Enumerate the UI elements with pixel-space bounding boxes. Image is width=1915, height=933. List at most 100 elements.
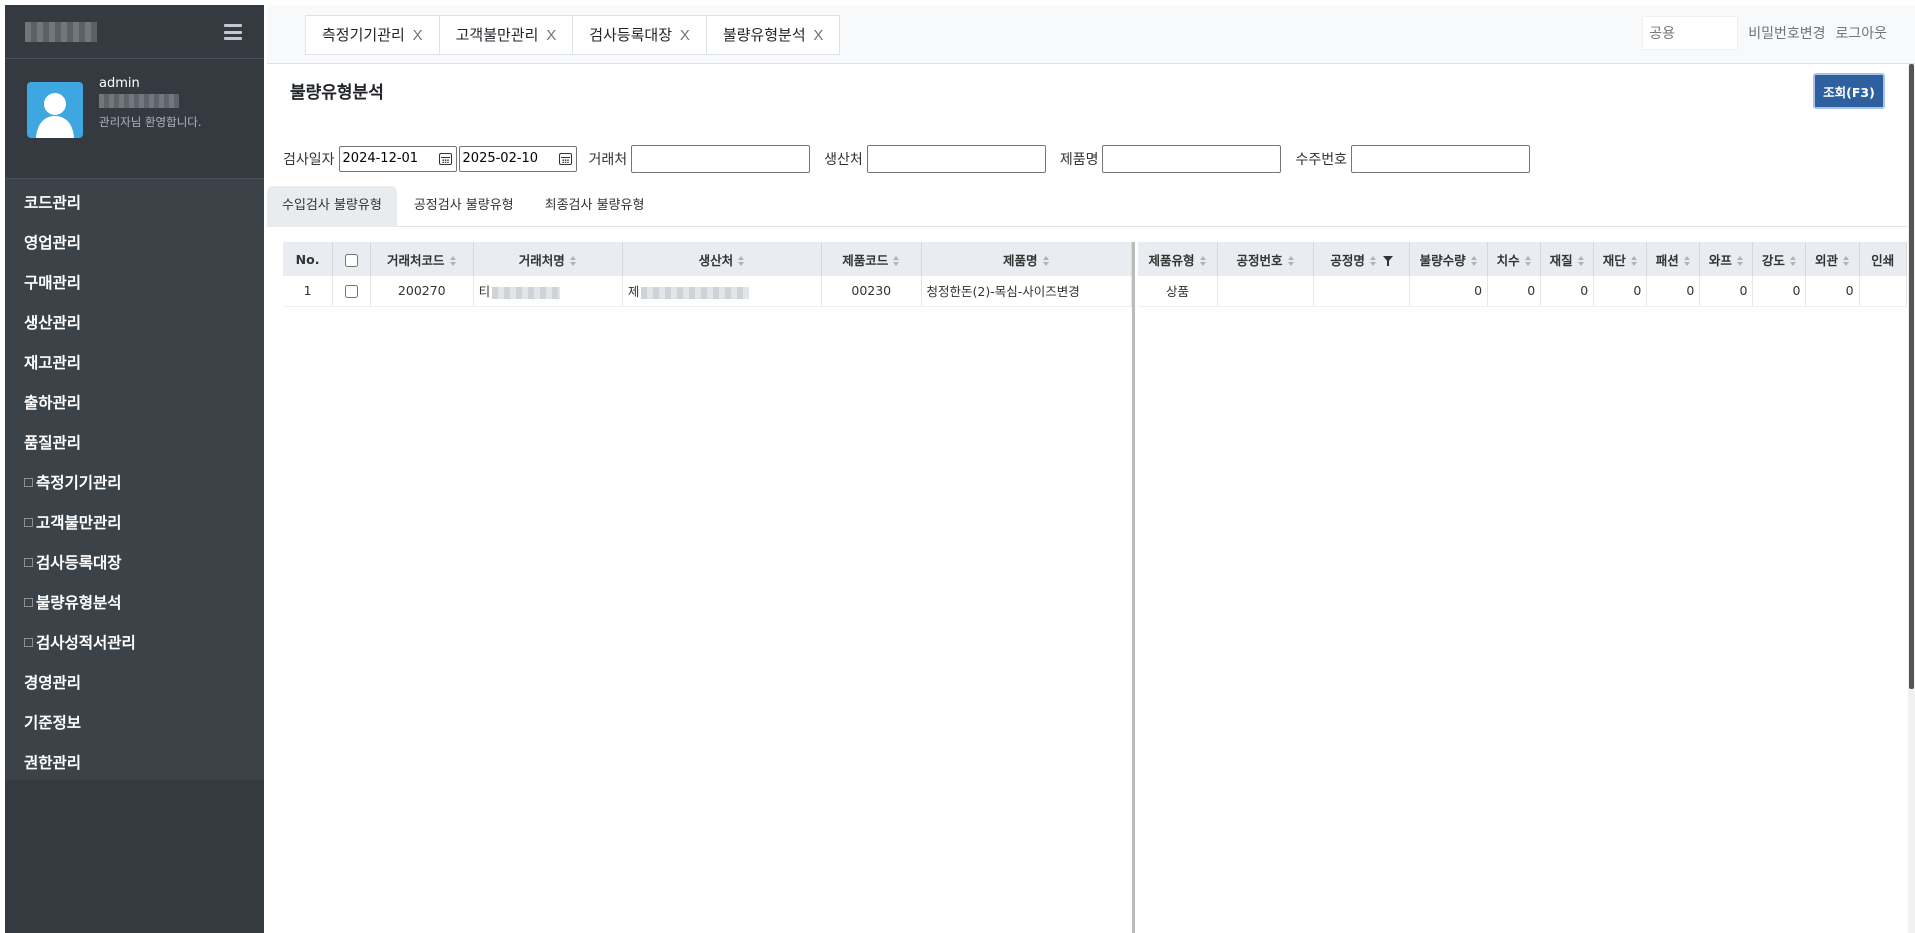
search-button[interactable]: 조회(F3): [1813, 73, 1885, 109]
col-warp[interactable]: 와프: [1699, 242, 1754, 276]
tab-close-icon[interactable]: X: [680, 27, 690, 44]
sort-icon[interactable]: [449, 256, 457, 266]
row-checkbox[interactable]: [345, 285, 359, 299]
user-panel: admin 관리자님 환영합니다.: [5, 59, 264, 179]
cell-product-name: 청정한돈(2)-목심-사이즈변경: [921, 276, 1132, 307]
sidebar-item-shipping[interactable]: 출하관리: [5, 383, 264, 423]
col-cutting[interactable]: 재단: [1593, 242, 1648, 276]
table-row[interactable]: 상품 0 0 0 0 0 0 0 0: [1138, 276, 1907, 307]
sidebar-item-defect-analysis[interactable]: 불량유형분석: [5, 583, 264, 623]
sort-icon[interactable]: [738, 256, 745, 266]
tab-incoming-inspection[interactable]: 수입검사 불량유형: [267, 186, 397, 227]
sidebar-item-sales[interactable]: 영업관리: [5, 223, 264, 263]
sidebar-item-complaints[interactable]: 고객불만관리: [5, 503, 264, 543]
tab-inspection-ledger[interactable]: 검사등록대장 X: [572, 15, 707, 55]
sidebar-item-inspection-report[interactable]: 검사성적서관리: [5, 623, 264, 663]
tab-measuring[interactable]: 측정기기관리 X: [305, 15, 440, 55]
cell-strength: 0: [1752, 276, 1807, 307]
sidebar-item-inventory[interactable]: 재고관리: [5, 343, 264, 383]
date-from-input[interactable]: 2024-12-01: [338, 146, 457, 172]
submenu-icon: [24, 598, 33, 607]
filter-icon[interactable]: [1382, 256, 1393, 266]
col-product-type[interactable]: 제품유형: [1138, 242, 1219, 276]
col-producer[interactable]: 생산처: [622, 242, 823, 276]
customer-input[interactable]: [631, 145, 811, 173]
col-select-all: [332, 242, 371, 276]
tab-close-icon[interactable]: X: [546, 27, 556, 44]
calendar-icon[interactable]: [438, 153, 452, 165]
sort-icon[interactable]: [1789, 256, 1797, 266]
tab-defect-analysis[interactable]: 불량유형분석 X: [705, 15, 841, 55]
tab-complaints[interactable]: 고객불만관리 X: [438, 15, 574, 55]
page-tabs: 측정기기관리 X 고객불만관리 X 검사등록대장 X 불량유형분석 X: [305, 15, 841, 55]
product-input[interactable]: [1102, 145, 1282, 173]
sidebar-item-master-data[interactable]: 기준정보: [5, 703, 264, 743]
date-to-input[interactable]: 2025-02-10: [458, 146, 577, 172]
sort-icon[interactable]: [1199, 256, 1207, 266]
sidebar-item-inspection-ledger[interactable]: 검사등록대장: [5, 543, 264, 583]
calendar-icon[interactable]: [558, 153, 572, 165]
sort-icon[interactable]: [1683, 256, 1691, 266]
product-label: 제품명: [1059, 152, 1099, 168]
page-scrollbar-thumb[interactable]: [1909, 64, 1914, 689]
tab-process-inspection[interactable]: 공정검사 불량유형: [400, 186, 528, 227]
submenu-icon: [24, 518, 33, 527]
sidebar: admin 관리자님 환영합니다. 코드관리 영업관리 구매관리 생산관리 재고…: [5, 5, 264, 933]
col-material[interactable]: 재질: [1540, 242, 1595, 276]
cell-no: 1: [283, 276, 334, 307]
col-printing[interactable]: 인쇄: [1859, 242, 1907, 276]
cell-defect-qty: 0: [1409, 276, 1489, 307]
sidebar-item-quality[interactable]: 품질관리: [5, 423, 264, 463]
tab-final-inspection[interactable]: 최종검사 불량유형: [531, 186, 659, 227]
table-row[interactable]: 1 200270 티 제 00230 청정한돈(2)-목심-사이즈변경: [283, 276, 1132, 307]
cell-customer-name: 티: [473, 276, 623, 307]
change-password-link[interactable]: 비밀번호변경: [1748, 23, 1825, 43]
sort-icon[interactable]: [893, 256, 900, 266]
col-dimension[interactable]: 치수: [1487, 242, 1542, 276]
col-defect-qty[interactable]: 불량수량: [1409, 242, 1489, 276]
col-customer-code[interactable]: 거래처코드: [370, 242, 474, 276]
grid-right-table: 제품유형 공정번호 공정명 불량수량 치수 재질 재단 패션 와프 강도 외관 …: [1138, 242, 1907, 307]
col-fashion[interactable]: 패션: [1646, 242, 1701, 276]
col-product-code[interactable]: 제품코드: [821, 242, 922, 276]
logout-link[interactable]: 로그아웃: [1835, 23, 1887, 43]
sort-icon[interactable]: [569, 256, 577, 266]
sort-icon[interactable]: [1843, 256, 1850, 266]
sort-icon[interactable]: [1577, 256, 1585, 266]
cell-cutting: 0: [1593, 276, 1648, 307]
col-appearance[interactable]: 외관: [1805, 242, 1860, 276]
sort-icon[interactable]: [1287, 256, 1295, 266]
sort-icon[interactable]: [1524, 256, 1532, 266]
grid-frozen-columns: No. 거래처코드 거래처명 생산처 제품코드 제품명 1 200270 티 제…: [283, 242, 1135, 933]
order-input[interactable]: [1350, 145, 1530, 173]
col-no: No.: [283, 242, 334, 276]
sidebar-item-production[interactable]: 생산관리: [5, 303, 264, 343]
producer-input[interactable]: [866, 145, 1046, 173]
redacted-text: [641, 286, 750, 299]
col-product-name[interactable]: 제품명: [921, 242, 1132, 276]
col-customer-name[interactable]: 거래처명: [473, 242, 623, 276]
sort-icon[interactable]: [1470, 256, 1478, 266]
sidebar-item-permissions[interactable]: 권한관리: [5, 743, 264, 783]
sort-icon[interactable]: [1630, 256, 1638, 266]
col-strength[interactable]: 강도: [1752, 242, 1807, 276]
cell-printing: [1859, 276, 1907, 307]
col-process-name[interactable]: 공정명: [1313, 242, 1411, 276]
sidebar-item-measuring[interactable]: 측정기기관리: [5, 463, 264, 503]
select-all-checkbox[interactable]: [345, 253, 359, 267]
tab-close-icon[interactable]: X: [413, 27, 423, 44]
hamburger-menu-icon[interactable]: [224, 24, 242, 40]
sidebar-item-code[interactable]: 코드관리: [5, 183, 264, 223]
sort-icon[interactable]: [1042, 256, 1050, 266]
sidebar-item-purchase[interactable]: 구매관리: [5, 263, 264, 303]
sidebar-item-management[interactable]: 경영관리: [5, 663, 264, 703]
cell-fashion: 0: [1646, 276, 1701, 307]
sort-icon[interactable]: [1736, 256, 1744, 266]
common-input[interactable]: [1642, 16, 1739, 50]
sort-icon[interactable]: [1369, 256, 1377, 266]
cell-select: [332, 276, 371, 307]
tab-close-icon[interactable]: X: [813, 27, 823, 44]
sidebar-empty-area: [5, 780, 264, 933]
brand-bar: [5, 5, 264, 59]
col-process-no[interactable]: 공정번호: [1217, 242, 1314, 276]
